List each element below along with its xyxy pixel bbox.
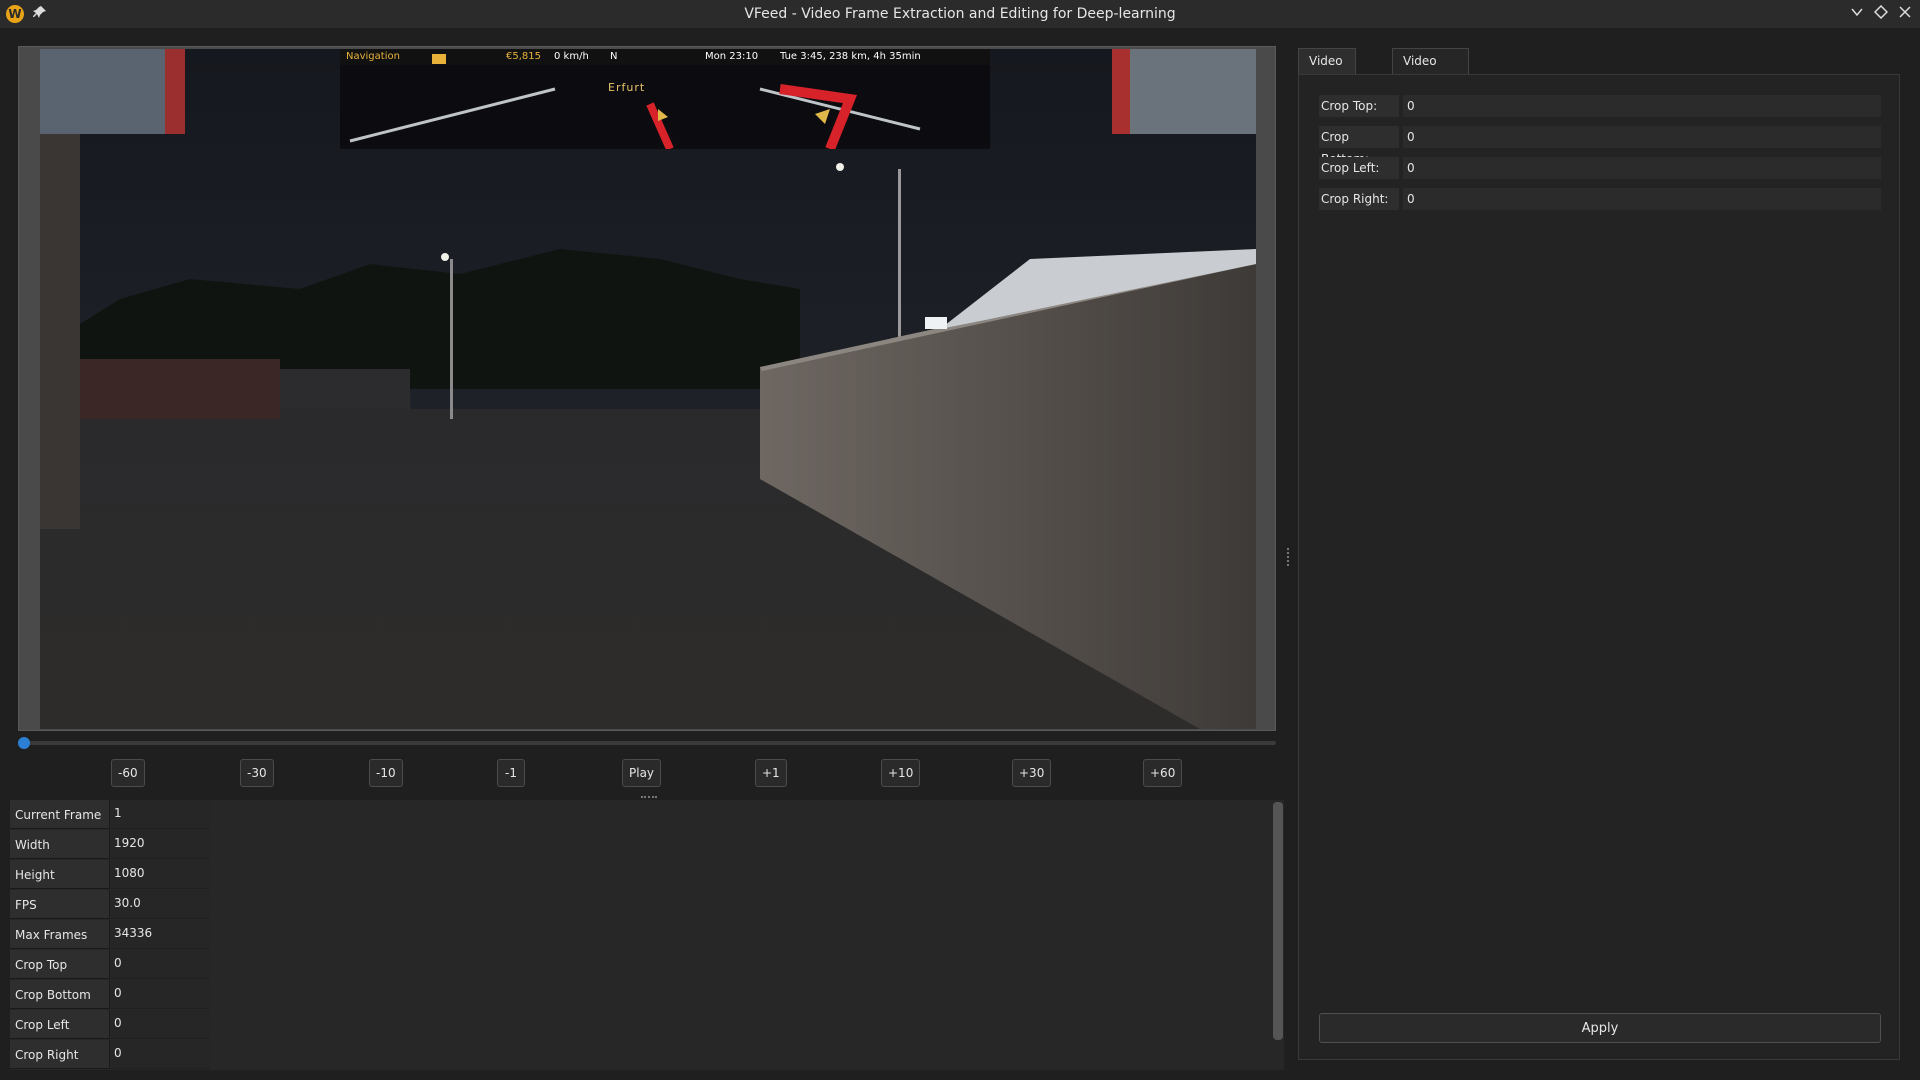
crop-left-label: Crop Left: bbox=[1319, 157, 1399, 179]
crop-bottom-row: Crop Bottom: bbox=[1319, 126, 1881, 166]
crop-right-row: Crop Right: bbox=[1319, 188, 1881, 210]
crop-left-row: Crop Left: bbox=[1319, 157, 1881, 179]
table-scrollbar[interactable] bbox=[1273, 802, 1283, 1040]
back-30-button[interactable]: -30 bbox=[240, 759, 274, 787]
timeline-handle[interactable] bbox=[18, 737, 30, 749]
table-key: Crop Right bbox=[10, 1040, 110, 1069]
diamond-icon[interactable] bbox=[1872, 4, 1890, 23]
table-key: Width bbox=[10, 830, 110, 859]
crop-top-row: Crop Top: bbox=[1319, 95, 1881, 117]
table-key: Max Frames bbox=[10, 920, 110, 949]
table-value[interactable]: 1920 bbox=[111, 830, 210, 859]
tab-video-editor[interactable]: Video Editor bbox=[1298, 48, 1356, 92]
crop-bottom-input[interactable] bbox=[1403, 126, 1881, 148]
table-value[interactable]: 0 bbox=[111, 1040, 210, 1069]
scene-graphic bbox=[40, 49, 1256, 729]
forward-30-button[interactable]: +30 bbox=[1012, 759, 1052, 787]
table-key: FPS bbox=[10, 890, 110, 919]
table-row: Width 1920 bbox=[10, 830, 210, 860]
table-key: Crop Top bbox=[10, 950, 110, 979]
video-editor-panel: Crop Top: Crop Bottom: Crop Left: Crop R… bbox=[1298, 74, 1900, 1060]
crop-left-input[interactable] bbox=[1403, 157, 1881, 179]
forward-10-button[interactable]: +10 bbox=[881, 759, 921, 787]
hud-city-label: Erfurt bbox=[608, 81, 646, 94]
panel-splitter-handle[interactable] bbox=[1287, 548, 1289, 566]
tab-video-extractor[interactable]: Video Extractor bbox=[1392, 48, 1470, 92]
table-key: Height bbox=[10, 860, 110, 889]
forward-60-button[interactable]: +60 bbox=[1143, 759, 1183, 787]
table-key: Current Frame bbox=[10, 800, 110, 829]
table-value[interactable]: 1080 bbox=[111, 860, 210, 889]
crop-top-input[interactable] bbox=[1403, 95, 1881, 117]
table-key: Crop Left bbox=[10, 1010, 110, 1039]
crop-top-label: Crop Top: bbox=[1319, 95, 1399, 117]
hud-map bbox=[349, 84, 921, 149]
crop-bottom-label: Crop Bottom: bbox=[1319, 126, 1399, 166]
table-value[interactable]: 30.0 bbox=[111, 890, 210, 919]
table-row: Crop Right 0 bbox=[10, 1040, 210, 1070]
back-1-button[interactable]: -1 bbox=[497, 759, 525, 787]
back-10-button[interactable]: -10 bbox=[369, 759, 403, 787]
table-row: Crop Top 0 bbox=[10, 950, 210, 980]
crop-right-label: Crop Right: bbox=[1319, 188, 1399, 210]
apply-button[interactable]: Apply bbox=[1319, 1013, 1881, 1043]
table-value[interactable]: 0 bbox=[111, 980, 210, 1009]
table-value[interactable]: 0 bbox=[111, 950, 210, 979]
table-row: Current Frame 1 bbox=[10, 800, 210, 830]
splitter-handle[interactable] bbox=[641, 796, 657, 798]
back-60-button[interactable]: -60 bbox=[111, 759, 145, 787]
table-key: Crop Bottom bbox=[10, 980, 110, 1009]
timeline-slider[interactable] bbox=[20, 741, 1276, 745]
close-icon[interactable] bbox=[1896, 5, 1914, 23]
video-frame-image: Navigation €5,815 0 km/h N Mon 23:10 Tue… bbox=[40, 49, 1256, 729]
table-row: Max Frames 34336 bbox=[10, 920, 210, 950]
crop-right-input[interactable] bbox=[1403, 188, 1881, 210]
table-row: FPS 30.0 bbox=[10, 890, 210, 920]
table-row: Crop Bottom 0 bbox=[10, 980, 210, 1010]
chevron-down-icon[interactable] bbox=[1848, 5, 1866, 23]
play-button[interactable]: Play bbox=[622, 759, 662, 787]
forward-1-button[interactable]: +1 bbox=[755, 759, 787, 787]
video-preview: Navigation €5,815 0 km/h N Mon 23:10 Tue… bbox=[18, 46, 1276, 731]
table-value[interactable]: 1 bbox=[111, 800, 210, 829]
table-row: Height 1080 bbox=[10, 860, 210, 890]
video-info-table: Current Frame 1 Width 1920 Height 1080 F… bbox=[10, 800, 1284, 1070]
game-hud: Navigation €5,815 0 km/h N Mon 23:10 Tue… bbox=[340, 49, 990, 149]
table-row: Crop Left 0 bbox=[10, 1010, 210, 1040]
window-title: VFeed - Video Frame Extraction and Editi… bbox=[744, 6, 1176, 22]
table-value[interactable]: 34336 bbox=[111, 920, 210, 949]
table-value[interactable]: 0 bbox=[111, 1010, 210, 1039]
title-bar: W VFeed - Video Frame Extraction and Edi… bbox=[0, 0, 1920, 28]
